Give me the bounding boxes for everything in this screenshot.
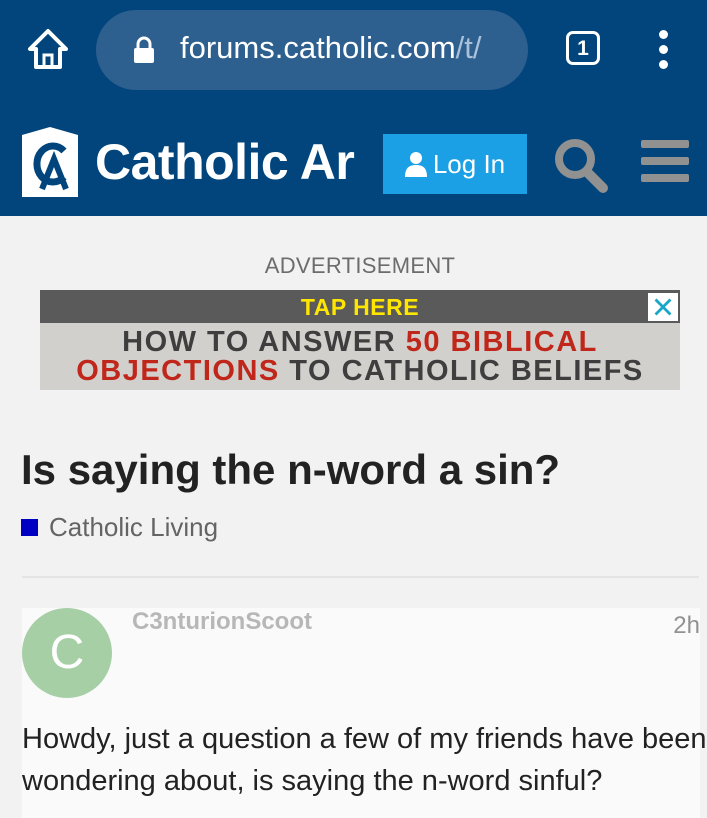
category-color-swatch — [21, 519, 38, 536]
ad-close-icon[interactable] — [647, 292, 679, 322]
login-button[interactable]: Log In — [383, 134, 527, 194]
ad-label: ADVERTISEMENT — [264, 253, 456, 278]
browser-menu-icon[interactable] — [656, 30, 670, 70]
divider — [22, 576, 699, 578]
post-timestamp[interactable]: 2h — [673, 612, 700, 640]
search-icon[interactable] — [551, 136, 609, 194]
ad-headline-2-post: TO CATHOLIC BELIEFS — [279, 355, 644, 387]
login-label: Log In — [432, 148, 506, 179]
hamburger-menu-icon[interactable] — [641, 140, 689, 184]
user-icon — [404, 152, 427, 177]
url-host: forums.catholic.com — [180, 30, 456, 65]
post: C C3nturionScoot 2h Howdy, just a questi… — [22, 608, 707, 818]
ad-banner[interactable]: TAP HERE HOW TO ANSWER 50 BIBLICAL OBJEC… — [40, 290, 680, 390]
site-logo-text[interactable]: Catholic Ar — [95, 133, 369, 191]
category-name: Catholic Living — [49, 512, 219, 542]
ad-tap-here: TAP HERE — [300, 294, 420, 320]
home-icon[interactable] — [26, 27, 70, 71]
topic-title[interactable]: Is saying the n-word a sin? — [21, 446, 560, 494]
catholic-answers-logo-icon[interactable] — [20, 125, 80, 197]
category-badge[interactable]: Catholic Living — [21, 512, 218, 543]
ad-headline-1-pre: HOW TO ANSWER — [122, 326, 406, 358]
browser-toolbar: forums.catholic.com/t/ 1 — [0, 0, 707, 106]
site-header: Catholic Ar Log In — [0, 106, 707, 216]
url-text[interactable]: forums.catholic.com/t/ — [180, 30, 520, 66]
post-body: Howdy, just a question a few of my frien… — [22, 723, 707, 797]
url-path: /t/ — [455, 30, 482, 65]
lock-icon — [134, 36, 154, 63]
post-username[interactable]: C3nturionScoot — [132, 608, 312, 636]
tab-switcher-button[interactable]: 1 — [566, 31, 600, 65]
ad-headline-2-red: OBJECTIONS — [76, 355, 280, 387]
ad-headline-2: OBJECTIONS TO CATHOLIC BELIEFS — [40, 355, 680, 388]
avatar[interactable]: C — [22, 608, 112, 698]
ad-headline-1-red: 50 BIBLICAL — [405, 326, 598, 358]
